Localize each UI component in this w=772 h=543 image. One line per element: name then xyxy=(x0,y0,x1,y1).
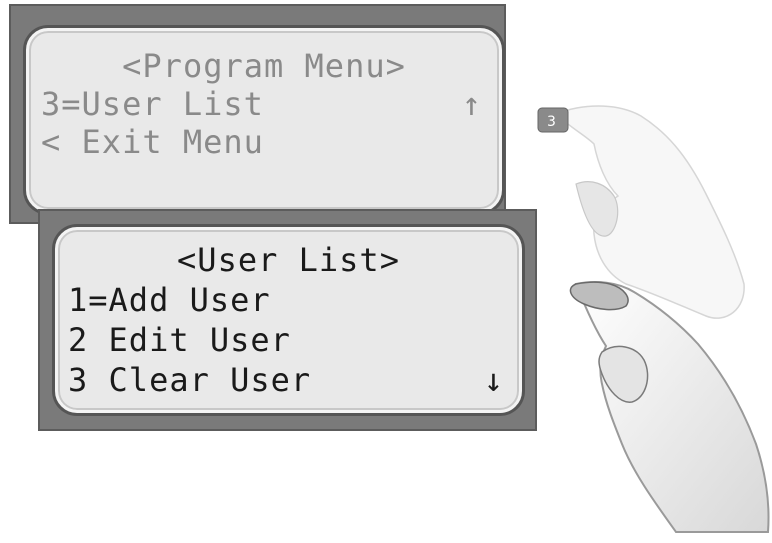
keypad-key-icon: 3 xyxy=(537,107,569,133)
exit-menu-item[interactable]: < Exit Menu xyxy=(41,123,499,161)
menu-item-user-list[interactable]: 3=User List xyxy=(41,85,499,123)
program-menu-panel: <Program Menu> 3=User List ↑ < Exit Menu xyxy=(9,4,506,224)
user-list-title: <User List> xyxy=(177,241,400,279)
scroll-down-arrow-icon: ↓ xyxy=(483,361,503,399)
pressing-hand-icon: 3 xyxy=(537,105,770,533)
menu-item-clear-user[interactable]: 3 Clear User xyxy=(68,360,519,400)
program-menu-lcd: <Program Menu> 3=User List ↑ < Exit Menu xyxy=(26,28,502,212)
user-list-panel: <User List> 1=Add User 2 Edit User 3 Cle… xyxy=(38,209,537,431)
menu-item-add-user[interactable]: 1=Add User xyxy=(68,280,519,320)
user-list-lcd: <User List> 1=Add User 2 Edit User 3 Cle… xyxy=(55,227,522,413)
program-menu-title: <Program Menu> xyxy=(122,47,406,85)
scroll-up-arrow-icon: ↑ xyxy=(461,85,481,123)
key-label: 3 xyxy=(547,114,556,130)
menu-item-edit-user[interactable]: 2 Edit User xyxy=(68,320,519,360)
